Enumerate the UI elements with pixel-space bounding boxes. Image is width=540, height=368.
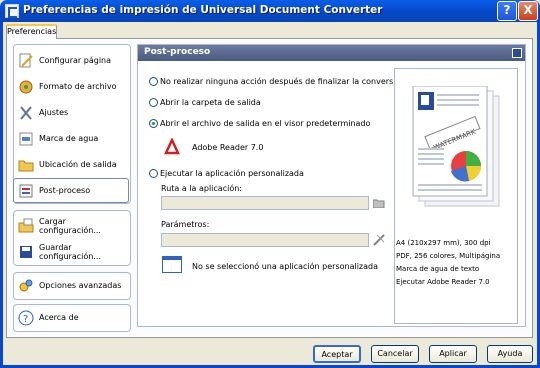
- nav-item-label: Opciones avanzadas: [39, 281, 122, 290]
- nav-item-advanced-options[interactable]: Opciones avanzadas: [14, 273, 128, 298]
- ok-button[interactable]: Aceptar: [313, 345, 361, 363]
- no-app-label: No se seleccionó una aplicación personal…: [192, 262, 379, 271]
- browse-folder-icon[interactable]: [372, 198, 385, 209]
- radio-open-folder[interactable]: [149, 98, 158, 107]
- preview-info-watermark: Marca de agua de texto: [396, 265, 480, 273]
- radio-label-open-folder: Abrir la carpeta de salida: [160, 98, 261, 107]
- radio-no-action[interactable]: [149, 77, 158, 86]
- panel-header: Post-proceso: [138, 45, 525, 61]
- page-setup-icon: [18, 53, 34, 69]
- radio-label-no-action: No realizar ninguna acción después de fi…: [160, 77, 406, 86]
- apply-button[interactable]: Aplicar: [429, 345, 477, 363]
- window-title: Preferencias de impresión de Universal D…: [23, 4, 383, 16]
- help-button[interactable]: Ayuda: [487, 345, 533, 363]
- nav-item-watermark[interactable]: Marca de agua: [14, 126, 128, 151]
- preview-info-action: Ejecutar Adobe Reader 7.0: [396, 278, 490, 286]
- nav-item-label: Cargar configuración...: [39, 216, 101, 235]
- folder-icon: [18, 157, 34, 173]
- nav-item-label: Ubicación de salida: [39, 160, 117, 169]
- watermark-icon: [18, 131, 34, 147]
- app-path-input[interactable]: [161, 196, 369, 210]
- nav-item-adjustments[interactable]: Ajustes: [14, 100, 128, 125]
- nav-item-page-setup[interactable]: Configurar página: [14, 48, 128, 73]
- radio-label-open-file: Abrir el archivo de salida en el visor p…: [160, 119, 371, 128]
- advanced-options-icon: [18, 278, 34, 294]
- nav-item-post-process[interactable]: Post-proceso: [13, 178, 129, 203]
- edit-params-icon[interactable]: [373, 234, 385, 246]
- nav-item-label: Acerca de: [39, 313, 79, 322]
- app-icon: [5, 4, 19, 18]
- load-config-icon: [18, 218, 34, 234]
- radio-open-file[interactable]: [149, 119, 158, 128]
- help-icon: ?: [18, 310, 34, 326]
- nav-item-load-config[interactable]: Cargar configuración...: [14, 213, 128, 238]
- cancel-button[interactable]: Cancelar: [371, 345, 419, 363]
- nav-item-label: Guardar configuración...: [39, 242, 101, 261]
- adjustments-icon: [18, 105, 34, 121]
- app-path-label: Ruta a la aplicación:: [161, 184, 242, 193]
- tab-preferencias[interactable]: Preferencias: [6, 24, 57, 39]
- nav-item-label: Configurar página: [39, 56, 112, 65]
- preview-info-file: PDF, 256 colores, Multipágina: [396, 252, 501, 260]
- nav-item-label: Post-proceso: [39, 186, 91, 195]
- preview-info-format: A4 (210x297 mm), 300 dpi: [396, 239, 491, 247]
- nav-item-file-format[interactable]: Formato de archivo: [14, 74, 128, 99]
- nav-item-label: Marca de agua: [39, 134, 99, 143]
- file-format-icon: [18, 79, 34, 95]
- app-window-icon: [162, 256, 182, 273]
- nav-item-save-config[interactable]: Guardar configuración...: [14, 239, 128, 264]
- help-title-button[interactable]: ?: [497, 1, 517, 21]
- nav-item-label: Ajustes: [39, 108, 69, 117]
- save-icon[interactable]: [512, 48, 522, 58]
- params-label: Parámetros:: [161, 220, 210, 229]
- radio-run-app[interactable]: [149, 169, 158, 178]
- post-process-icon: [18, 183, 34, 199]
- close-button[interactable]: X: [518, 1, 538, 21]
- nav-item-output-location[interactable]: Ubicación de salida: [14, 152, 128, 177]
- adobe-reader-icon: [163, 137, 181, 156]
- save-config-icon: [18, 244, 34, 260]
- document-preview-image: WATERMARK: [409, 85, 505, 212]
- nav-item-label: Formato de archivo: [39, 82, 117, 91]
- svg-text:?: ?: [23, 314, 28, 325]
- viewer-name: Adobe Reader 7.0: [192, 143, 264, 152]
- radio-label-run-app: Ejecutar la aplicación personalizada: [160, 169, 304, 178]
- nav-item-about[interactable]: ? Acerca de: [14, 305, 128, 330]
- params-input[interactable]: [161, 233, 369, 247]
